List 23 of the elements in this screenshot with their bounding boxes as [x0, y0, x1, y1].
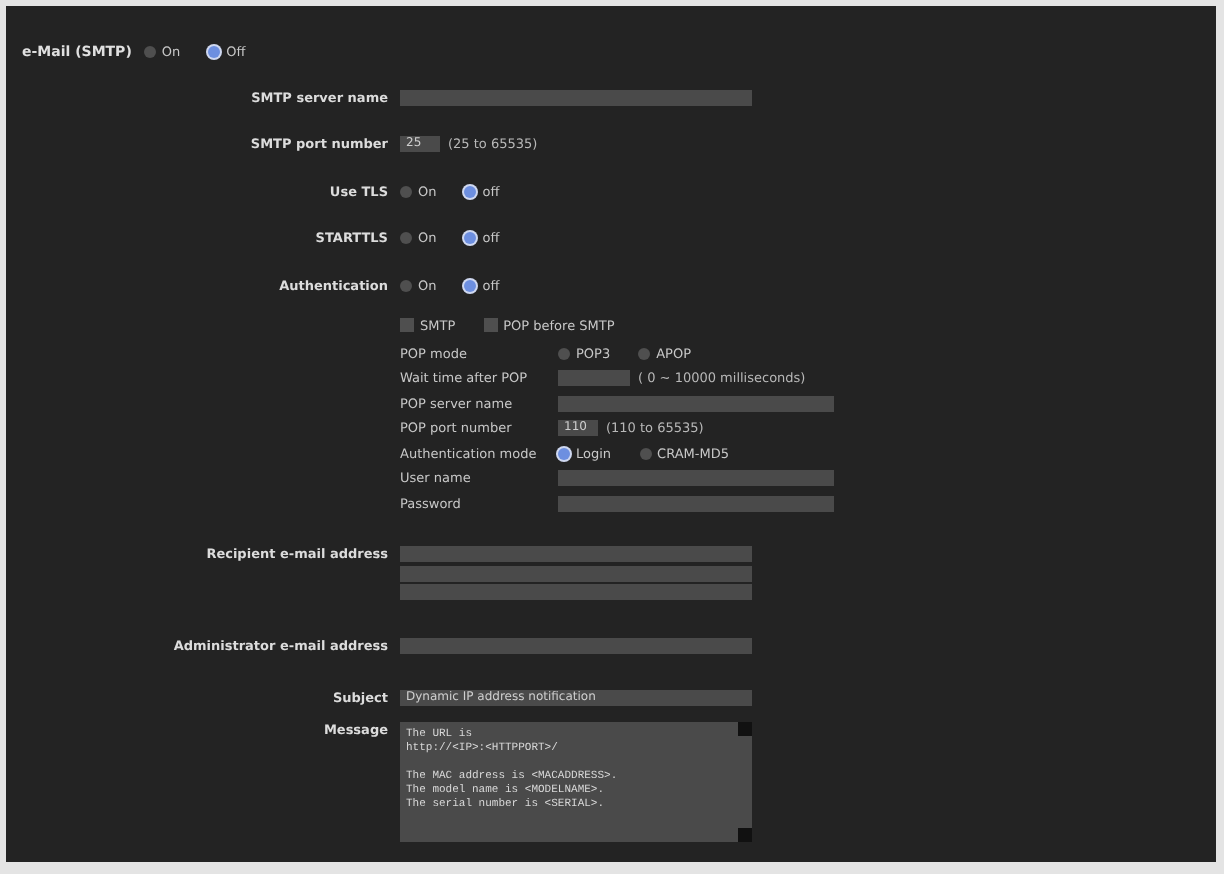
checkbox[interactable]: [400, 318, 414, 332]
radio-button[interactable]: [143, 46, 156, 58]
input-field[interactable]: [558, 370, 630, 387]
input-field[interactable]: [558, 495, 834, 512]
input-field[interactable]: [400, 584, 752, 600]
radio-button[interactable]: [400, 185, 412, 198]
input-field[interactable]: [400, 565, 752, 581]
radio-button[interactable]: [400, 279, 412, 292]
radio-button[interactable]: [638, 347, 651, 360]
radio-button[interactable]: [464, 185, 477, 198]
input-field[interactable]: [400, 546, 752, 562]
input-field[interactable]: [558, 470, 834, 487]
radio-button[interactable]: [464, 232, 477, 245]
radio-button[interactable]: [400, 232, 412, 245]
input-field[interactable]: [400, 89, 752, 106]
radio-button[interactable]: [208, 46, 221, 58]
radio-button[interactable]: [639, 447, 652, 460]
radio-button[interactable]: [558, 347, 570, 360]
checkbox[interactable]: [483, 318, 498, 332]
input-field[interactable]: [400, 638, 752, 654]
radio-button[interactable]: [464, 279, 477, 292]
input-field[interactable]: [558, 395, 834, 412]
radio-button[interactable]: [558, 447, 570, 460]
